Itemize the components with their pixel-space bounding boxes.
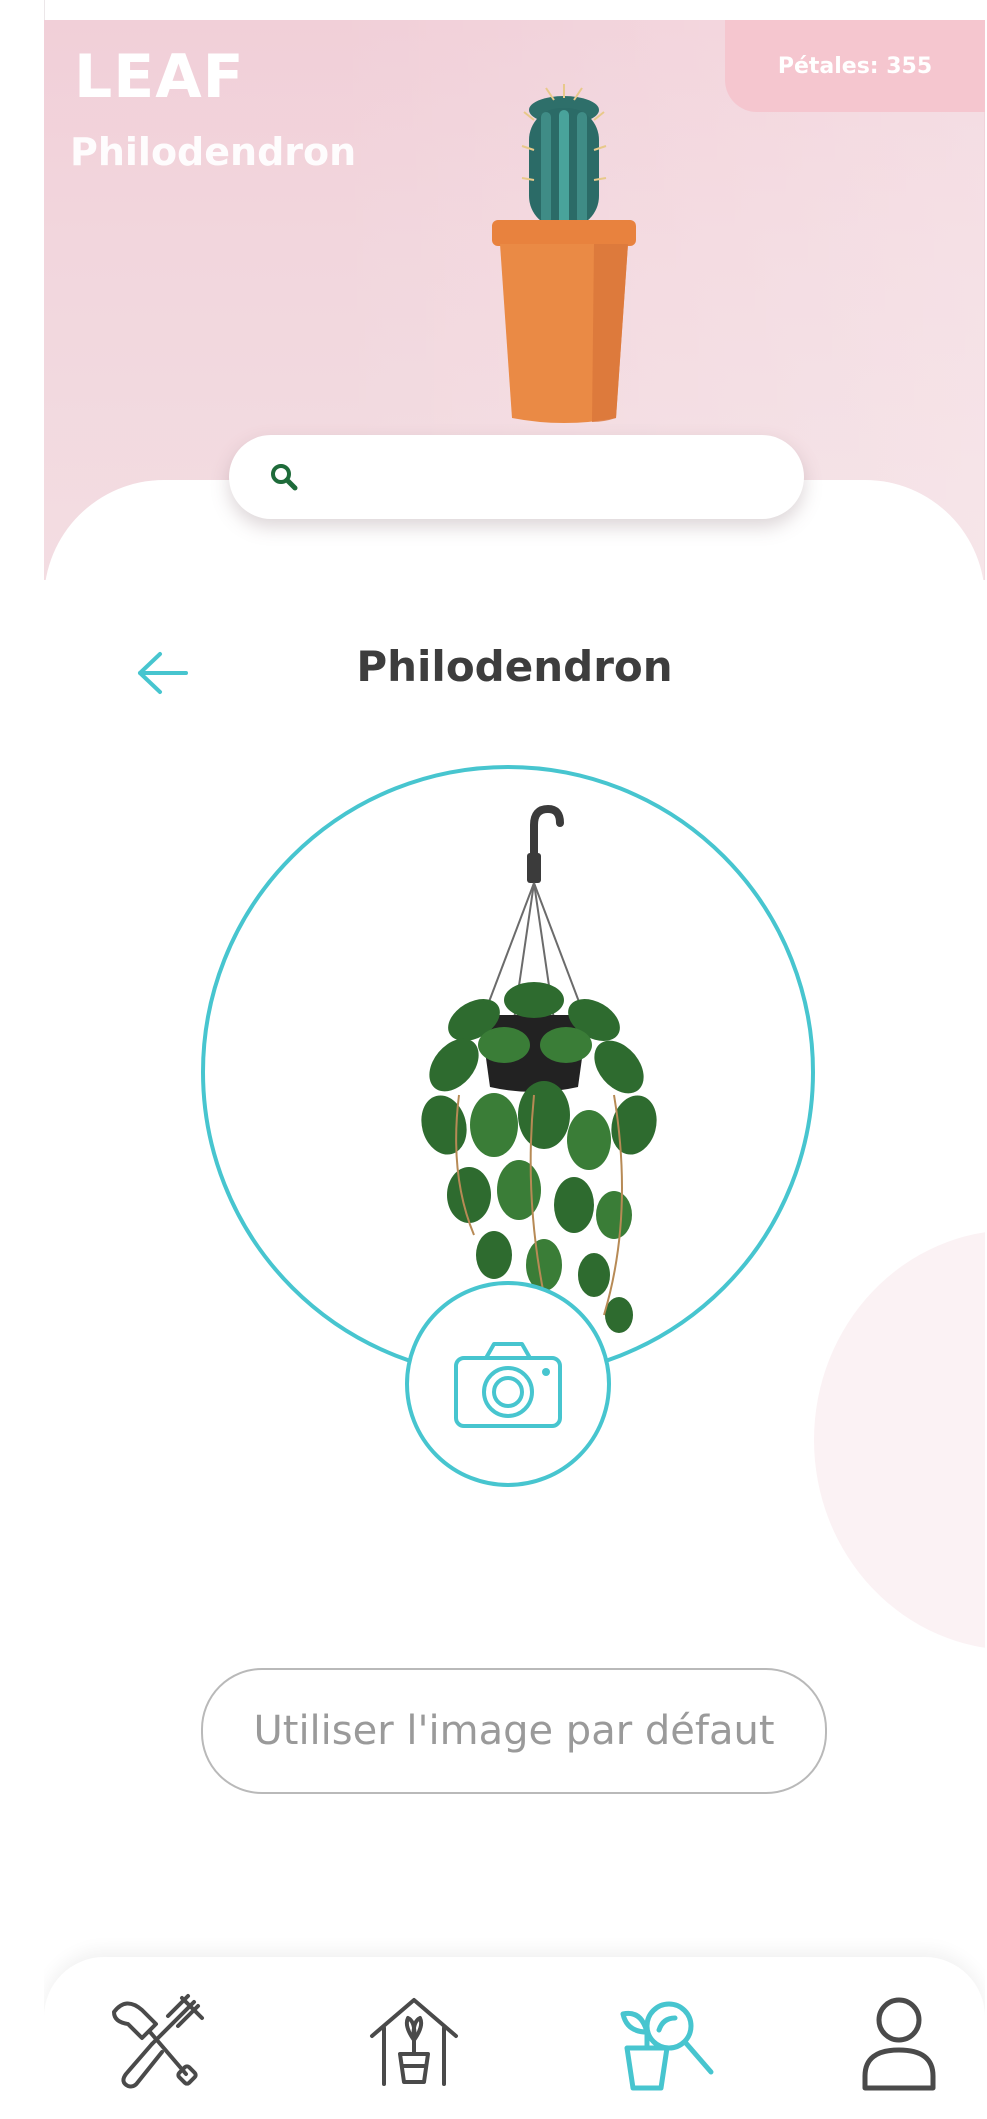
user-icon — [862, 1997, 936, 2091]
cactus-pot-image — [492, 84, 636, 423]
camera-icon — [454, 1342, 562, 1428]
nav-my-plants[interactable] — [359, 1987, 469, 2097]
nav-garden-tools[interactable] — [104, 1987, 214, 2097]
search-icon — [271, 464, 298, 491]
camera-button[interactable] — [405, 1281, 611, 1487]
search-input[interactable] — [317, 446, 804, 508]
bottom-navigation — [44, 1957, 985, 2119]
app-screen: LEAF Philodendron Pétales: 355 Philodend… — [44, 20, 985, 2119]
nav-plant-search[interactable] — [609, 1987, 719, 2097]
use-default-image-button[interactable]: Utiliser l'image par défaut — [201, 1668, 827, 1794]
petals-count: Pétales: 355 — [777, 53, 933, 79]
hanging-plant-image — [421, 804, 657, 1333]
plant-title: Philodendron — [356, 642, 673, 691]
petals-badge: Pétales: 355 — [725, 20, 985, 112]
search-bar[interactable] — [229, 435, 804, 519]
left-margin — [0, 0, 45, 2119]
nav-profile[interactable] — [844, 1987, 954, 2097]
app-brand: LEAF — [74, 42, 245, 112]
garden-tools-icon — [112, 1994, 204, 2089]
plant-house-icon — [370, 1998, 458, 2086]
plant-search-icon — [620, 2001, 714, 2091]
header-subtitle: Philodendron — [70, 130, 357, 174]
